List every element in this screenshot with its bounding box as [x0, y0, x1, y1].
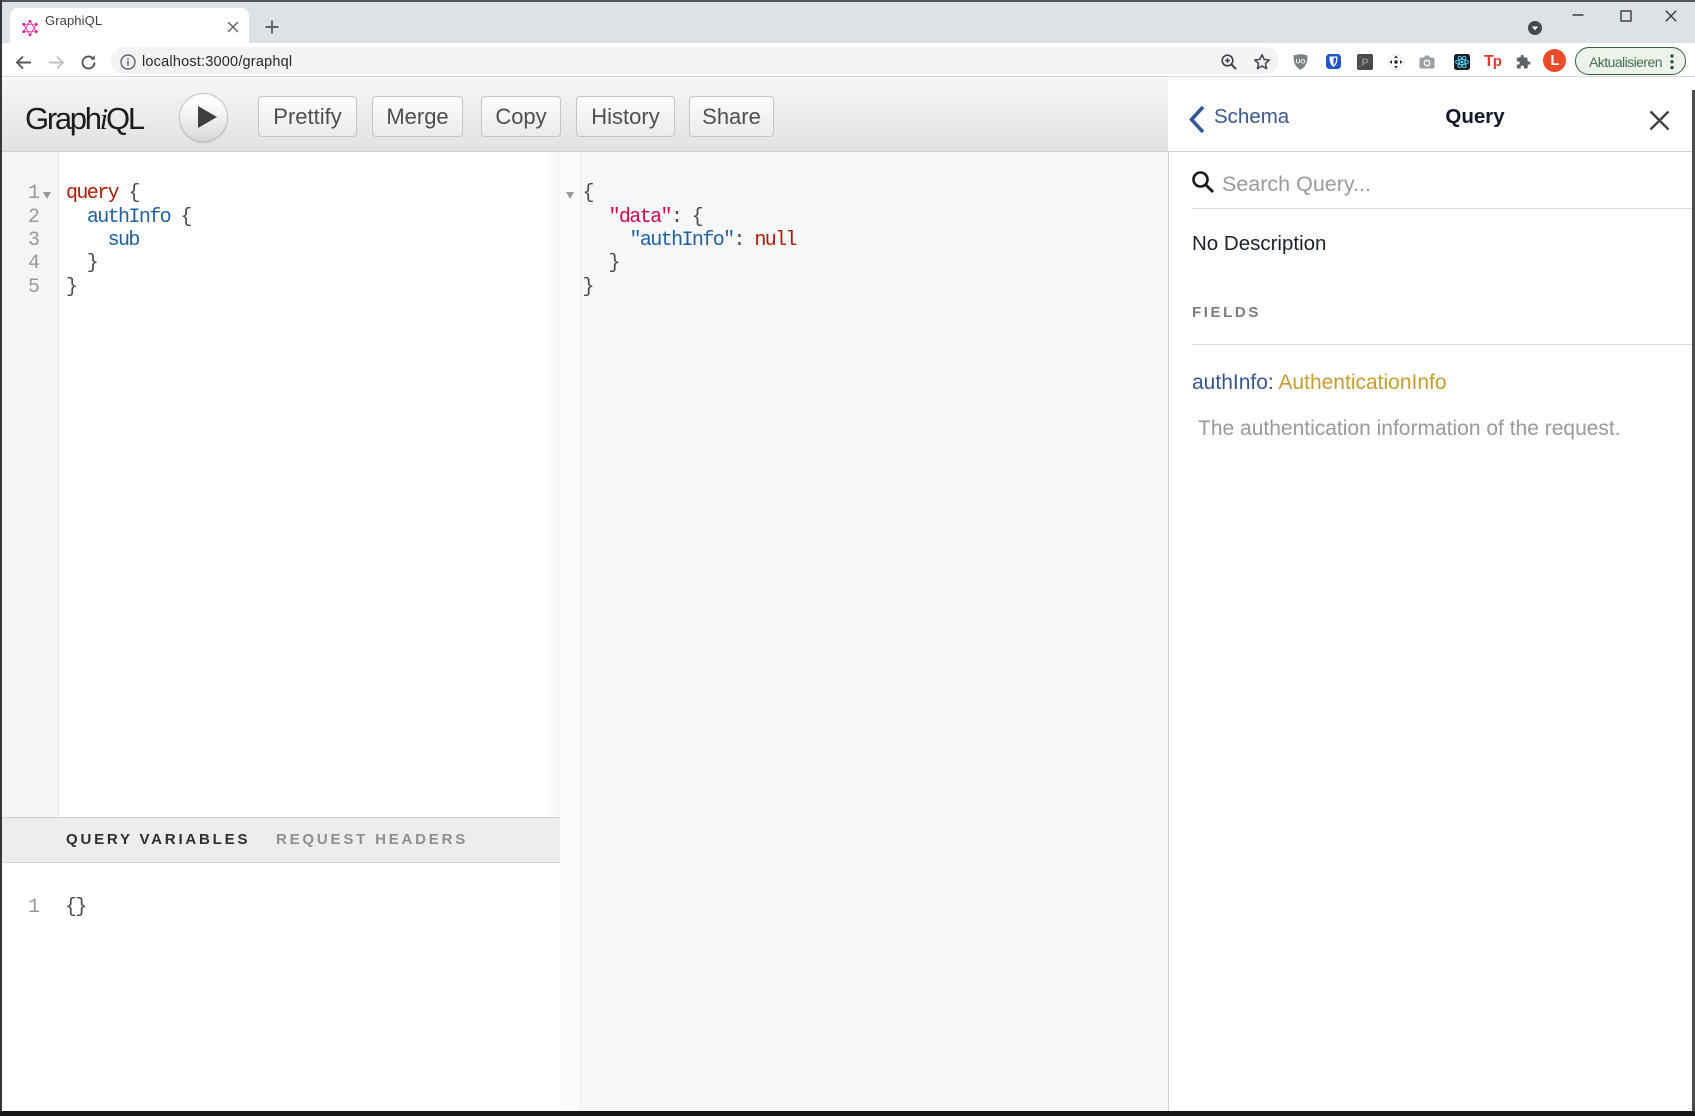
- svg-text:P: P: [1361, 57, 1368, 69]
- svg-text:UO: UO: [1296, 59, 1306, 66]
